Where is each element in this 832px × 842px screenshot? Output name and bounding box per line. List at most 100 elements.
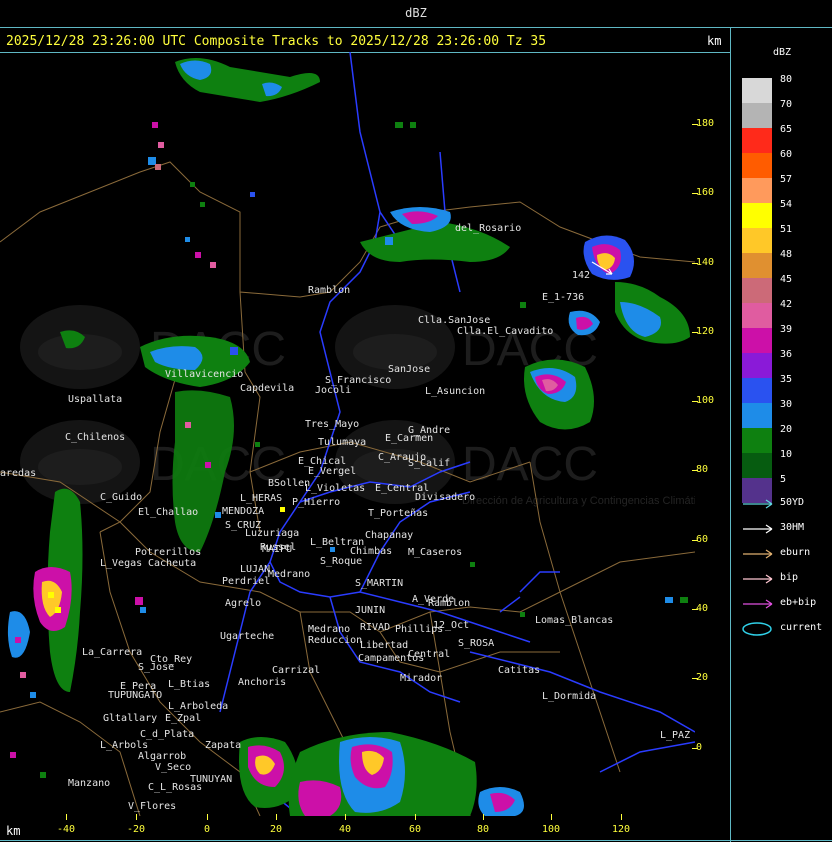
- place-label: LUJAN: [240, 564, 270, 575]
- place-label: Cacheuta: [148, 558, 196, 569]
- legend-label: 60: [780, 149, 793, 160]
- place-label: V_Flores: [128, 801, 176, 812]
- axis-unit-bottom: km: [6, 824, 21, 838]
- place-label: Lomas_Blancas: [535, 615, 613, 626]
- header-text: 2025/12/28 23:26:00 UTC Composite Tracks…: [6, 34, 547, 49]
- legend-swatch: [742, 353, 772, 378]
- x-tick-label: -20: [126, 824, 146, 835]
- place-label: Chapanay: [365, 530, 413, 541]
- y-tick-label: 180: [696, 118, 715, 129]
- place-label: Tulumaya: [318, 437, 366, 448]
- legend-label: 65: [780, 124, 793, 135]
- place-label: S_Roque: [320, 556, 362, 567]
- track-legend-label: current: [780, 622, 823, 633]
- legend-swatch: [742, 453, 772, 478]
- place-label: MENDOZA: [222, 506, 264, 517]
- y-tick-label: 40: [696, 603, 709, 614]
- place-label: L_Arboleda: [168, 701, 228, 712]
- axis-unit-top: km: [707, 34, 722, 48]
- legend-label: 54: [780, 199, 793, 210]
- legend-label: 48: [780, 249, 793, 260]
- y-tick-label: 140: [696, 257, 715, 268]
- y-tick-label: 80: [696, 464, 709, 475]
- legend-swatch: [742, 303, 772, 328]
- place-label: Libertad: [360, 640, 408, 651]
- place-label: L_PAZ: [660, 730, 690, 741]
- track-legend-row: current: [742, 622, 832, 636]
- legend-label: 5: [780, 474, 787, 485]
- x-tick-mark: [276, 814, 277, 820]
- track-legend-label: eburn: [780, 547, 811, 558]
- place-label: Catitas: [498, 665, 540, 676]
- place-label: E_Carmen: [385, 433, 433, 444]
- place-label: Medrano: [308, 624, 350, 635]
- x-tick-label: 40: [338, 824, 352, 835]
- place-label: Luzuriaga: [245, 528, 299, 539]
- x-tick-label: 60: [408, 824, 422, 835]
- track-arrow-icon: [743, 524, 773, 534]
- legend-swatch: [742, 253, 772, 278]
- frame-bottom-line: [0, 840, 832, 841]
- place-label: Uspallata: [68, 394, 122, 405]
- place-label: E_Vergel: [308, 466, 356, 477]
- place-label: L_Vegas: [100, 558, 142, 569]
- track-legend-row: 50YD: [742, 497, 832, 511]
- place-label: Ramblon: [428, 598, 470, 609]
- place-label: del_Rosario: [455, 223, 521, 234]
- watermark-subtitle: Dirección de Agricultura y Contingencias…: [462, 495, 695, 507]
- legend-label: 51: [780, 224, 793, 235]
- legend-swatch: [742, 178, 772, 203]
- legend-label: 45: [780, 274, 793, 285]
- x-tick-mark: [551, 814, 552, 820]
- y-tick-label: 20: [696, 672, 709, 683]
- place-label: El_Challao: [138, 507, 198, 518]
- legend-swatch: [742, 378, 772, 403]
- x-tick-label: 100: [541, 824, 561, 835]
- x-tick-label: -40: [56, 824, 76, 835]
- x-tick-mark: [136, 814, 137, 820]
- legend-swatch: [742, 203, 772, 228]
- place-label: La_Carrera: [82, 647, 142, 658]
- place-label: Manzano: [68, 778, 110, 789]
- legend-label: 80: [780, 74, 793, 85]
- track-legend-label: bip: [780, 572, 799, 583]
- radar-map[interactable]: DACC DACC DACC DACC Dirección de Agricul…: [0, 52, 695, 816]
- place-label: Reduccion: [308, 635, 362, 646]
- place-label: 142: [572, 270, 590, 281]
- track-arrow-icon: [743, 574, 773, 584]
- place-label: RIVAD: [360, 622, 390, 633]
- x-tick-mark: [207, 814, 208, 820]
- place-label: Jocoli: [315, 385, 351, 396]
- place-label: S_Calif: [408, 458, 450, 469]
- rivers-roads: [219, 52, 695, 816]
- place-label: V_Seco: [155, 762, 191, 773]
- track-arrow-icon: [743, 499, 773, 509]
- place-label: C_Guido: [100, 492, 142, 503]
- legend-label: 70: [780, 99, 793, 110]
- place-label: Tres_Mayo: [305, 419, 359, 430]
- legend-label: 20: [780, 424, 793, 435]
- place-label: TUPUNGATO: [108, 690, 162, 701]
- track-legend-row: eburn: [742, 547, 832, 561]
- legend-swatch: [742, 278, 772, 303]
- place-label: Perdriel: [222, 576, 270, 587]
- x-tick-mark: [415, 814, 416, 820]
- place-label: 12_Oct: [433, 620, 469, 631]
- legend-swatch: [742, 403, 772, 428]
- x-tick-label: 0: [203, 824, 211, 835]
- place-label: E_1-736: [542, 292, 584, 303]
- place-label: E_Zpal: [165, 713, 201, 724]
- place-label: L_Arbols: [100, 740, 148, 751]
- y-tick-label: 0: [696, 742, 703, 753]
- legend-label: 42: [780, 299, 793, 310]
- legend-swatch: [742, 428, 772, 453]
- frame-top-line: [0, 27, 832, 28]
- place-label: L_Dormida: [542, 691, 596, 702]
- place-label: Ugarteche: [220, 631, 274, 642]
- place-label: C_d_Plata: [140, 729, 194, 740]
- legend-label: 10: [780, 449, 793, 460]
- place-label: L_Violetas: [305, 483, 365, 494]
- current-ellipse-icon: [742, 622, 772, 636]
- y-tick-label: 100: [696, 395, 715, 406]
- legend-label: 39: [780, 324, 793, 335]
